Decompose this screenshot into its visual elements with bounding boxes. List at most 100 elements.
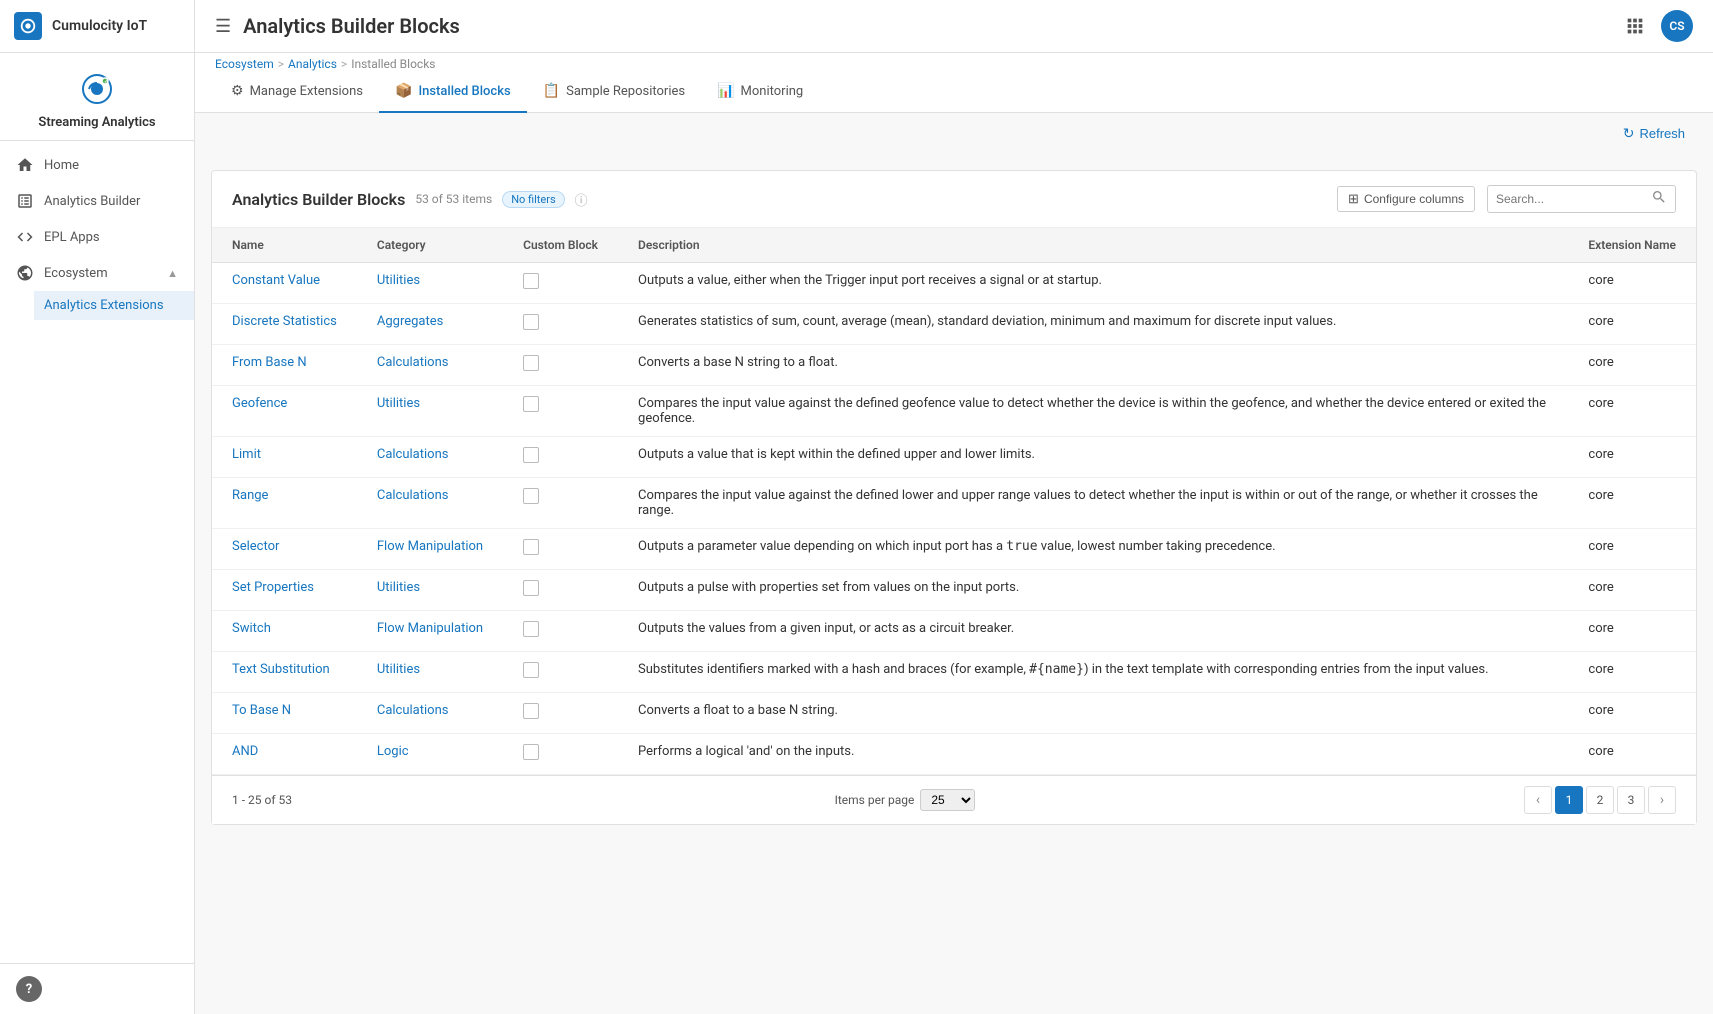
cell-custom-block-1[interactable] xyxy=(503,304,618,345)
info-icon[interactable]: ⓘ xyxy=(575,190,588,209)
cell-description-8: Outputs the values from a given input, o… xyxy=(618,611,1568,652)
custom-block-checkbox-4[interactable] xyxy=(523,447,539,463)
cell-name-6[interactable]: Selector xyxy=(212,529,357,570)
col-header-extension-name[interactable]: Extension Name xyxy=(1568,228,1696,263)
custom-block-checkbox-5[interactable] xyxy=(523,488,539,504)
cell-description-7: Outputs a pulse with properties set from… xyxy=(618,570,1568,611)
col-header-custom-block[interactable]: Custom Block xyxy=(503,228,618,263)
col-header-category[interactable]: Category xyxy=(357,228,503,263)
cell-name-8[interactable]: Switch xyxy=(212,611,357,652)
cell-custom-block-4[interactable] xyxy=(503,437,618,478)
items-per-page: Items per page 25 50 100 xyxy=(835,789,982,811)
table-row: To Base NCalculationsConverts a float to… xyxy=(212,693,1696,734)
installed-blocks-icon: 📦 xyxy=(395,83,412,99)
tab-monitoring[interactable]: 📊 Monitoring xyxy=(701,71,819,113)
custom-block-checkbox-7[interactable] xyxy=(523,580,539,596)
cell-custom-block-0[interactable] xyxy=(503,263,618,304)
cell-description-11: Performs a logical 'and' on the inputs. xyxy=(618,734,1568,775)
tab-sample-repositories[interactable]: 📋 Sample Repositories xyxy=(527,71,701,113)
apps-grid-icon[interactable] xyxy=(1619,10,1651,42)
custom-block-checkbox-8[interactable] xyxy=(523,621,539,637)
table-header-section: Analytics Builder Blocks 53 of 53 items … xyxy=(212,171,1696,228)
table-row: LimitCalculationsOutputs a value that is… xyxy=(212,437,1696,478)
table-row: From Base NCalculationsConverts a base N… xyxy=(212,345,1696,386)
sidebar-label-home: Home xyxy=(44,158,79,173)
custom-block-checkbox-2[interactable] xyxy=(523,355,539,371)
cell-name-4[interactable]: Limit xyxy=(212,437,357,478)
custom-block-checkbox-6[interactable] xyxy=(523,539,539,555)
cell-extension-3: core xyxy=(1568,386,1696,437)
cell-name-5[interactable]: Range xyxy=(212,478,357,529)
sidebar-item-ecosystem[interactable]: Ecosystem ▲ xyxy=(0,255,194,291)
table-body: Constant ValueUtilitiesOutputs a value, … xyxy=(212,263,1696,775)
refresh-button[interactable]: ↻ Refresh xyxy=(1615,121,1693,146)
top-bar-right: CS xyxy=(1619,10,1693,42)
cell-extension-11: core xyxy=(1568,734,1696,775)
next-page-button[interactable]: › xyxy=(1648,786,1676,814)
cell-custom-block-11[interactable] xyxy=(503,734,618,775)
tab-bar: ⚙ Manage Extensions 📦 Installed Blocks 📋… xyxy=(195,71,1713,113)
cell-name-11[interactable]: AND xyxy=(212,734,357,775)
sidebar-item-epl-apps[interactable]: EPL Apps xyxy=(0,219,194,255)
configure-columns-icon: ⊞ xyxy=(1348,191,1359,207)
configure-columns-button[interactable]: ⊞ Configure columns xyxy=(1337,186,1475,212)
col-header-name[interactable]: Name xyxy=(212,228,357,263)
sidebar-navigation: Home Analytics Builder EPL Apps Ecosyste… xyxy=(0,141,194,963)
page-title: Analytics Builder Blocks xyxy=(243,14,1607,38)
cell-name-2[interactable]: From Base N xyxy=(212,345,357,386)
col-header-description[interactable]: Description xyxy=(618,228,1568,263)
sidebar-item-analytics-builder[interactable]: Analytics Builder xyxy=(0,183,194,219)
hamburger-menu[interactable]: ☰ xyxy=(215,16,231,37)
tab-installed-blocks[interactable]: 📦 Installed Blocks xyxy=(379,71,527,113)
custom-block-checkbox-0[interactable] xyxy=(523,273,539,289)
tab-manage-extensions[interactable]: ⚙ Manage Extensions xyxy=(215,71,379,113)
items-per-page-label: Items per page xyxy=(835,793,915,807)
sidebar-item-analytics-extensions[interactable]: Analytics Extensions xyxy=(34,291,194,320)
table-row: SelectorFlow ManipulationOutputs a param… xyxy=(212,529,1696,570)
breadcrumb-ecosystem[interactable]: Ecosystem xyxy=(215,57,274,71)
cell-name-3[interactable]: Geofence xyxy=(212,386,357,437)
cell-description-4: Outputs a value that is kept within the … xyxy=(618,437,1568,478)
cell-name-0[interactable]: Constant Value xyxy=(212,263,357,304)
page-button-3[interactable]: 3 xyxy=(1617,786,1645,814)
refresh-icon: ↻ xyxy=(1623,125,1635,142)
page-button-1[interactable]: 1 xyxy=(1555,786,1583,814)
cell-name-9[interactable]: Text Substitution xyxy=(212,652,357,693)
custom-block-checkbox-3[interactable] xyxy=(523,396,539,412)
breadcrumb-analytics[interactable]: Analytics xyxy=(288,57,337,71)
cell-extension-9: core xyxy=(1568,652,1696,693)
analytics-builder-icon xyxy=(16,192,34,210)
cell-custom-block-3[interactable] xyxy=(503,386,618,437)
breadcrumb-sep-1: > xyxy=(278,57,284,71)
svg-text:✓: ✓ xyxy=(104,79,108,85)
search-icon[interactable] xyxy=(1651,189,1667,209)
items-per-page-select[interactable]: 25 50 100 xyxy=(920,789,975,811)
cell-category-1: Aggregates xyxy=(357,304,503,345)
custom-block-checkbox-11[interactable] xyxy=(523,744,539,760)
no-filters-badge[interactable]: No filters xyxy=(502,191,564,208)
cell-name-1[interactable]: Discrete Statistics xyxy=(212,304,357,345)
search-input[interactable] xyxy=(1496,192,1646,206)
cell-custom-block-9[interactable] xyxy=(503,652,618,693)
custom-block-checkbox-9[interactable] xyxy=(523,662,539,678)
cell-custom-block-5[interactable] xyxy=(503,478,618,529)
cell-custom-block-8[interactable] xyxy=(503,611,618,652)
sidebar-label-ecosystem: Ecosystem xyxy=(44,266,108,281)
custom-block-checkbox-1[interactable] xyxy=(523,314,539,330)
cell-custom-block-6[interactable] xyxy=(503,529,618,570)
sidebar-item-home[interactable]: Home xyxy=(0,147,194,183)
cell-custom-block-7[interactable] xyxy=(503,570,618,611)
cell-name-10[interactable]: To Base N xyxy=(212,693,357,734)
cell-category-8: Flow Manipulation xyxy=(357,611,503,652)
cell-extension-0: core xyxy=(1568,263,1696,304)
cell-name-7[interactable]: Set Properties xyxy=(212,570,357,611)
content-toolbar: ↻ Refresh xyxy=(195,113,1713,154)
user-avatar[interactable]: CS xyxy=(1661,10,1693,42)
cell-custom-block-2[interactable] xyxy=(503,345,618,386)
page-button-2[interactable]: 2 xyxy=(1586,786,1614,814)
cell-custom-block-10[interactable] xyxy=(503,693,618,734)
help-button[interactable]: ? xyxy=(16,976,42,1002)
custom-block-checkbox-10[interactable] xyxy=(523,703,539,719)
streaming-icon: ✓ xyxy=(77,69,117,109)
prev-page-button[interactable]: ‹ xyxy=(1524,786,1552,814)
